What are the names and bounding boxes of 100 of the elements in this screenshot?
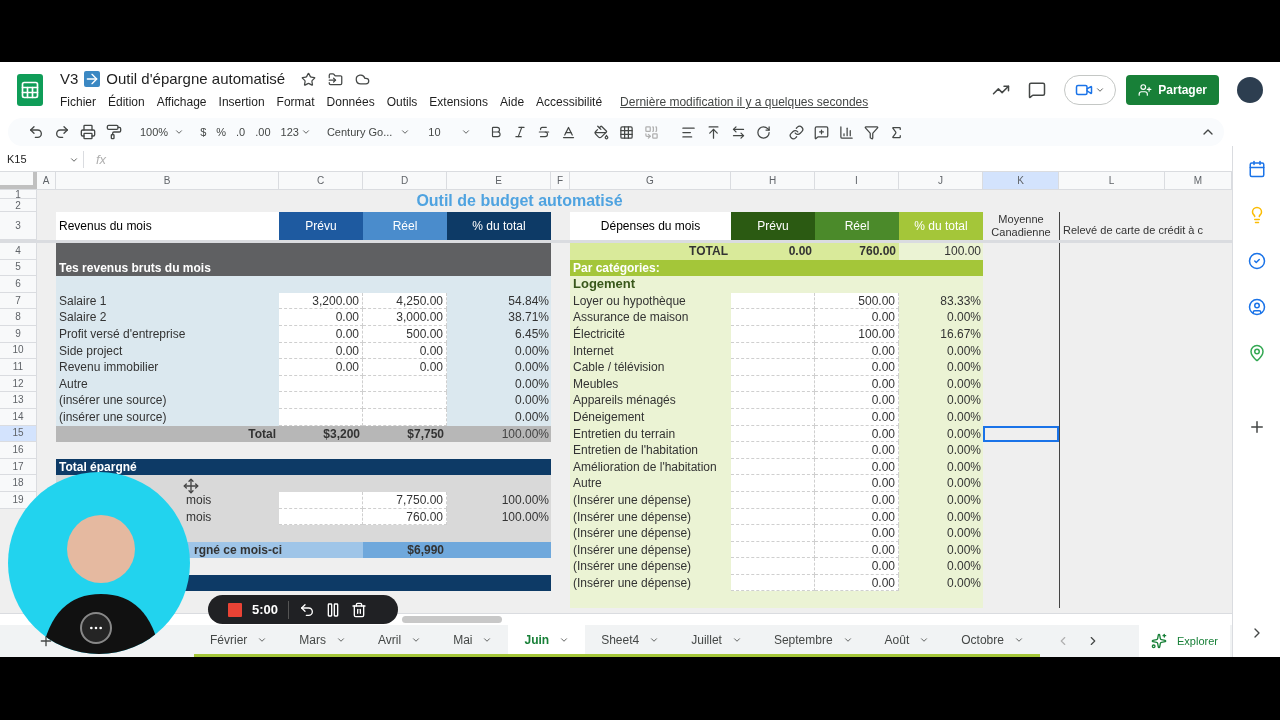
restart-icon[interactable] — [299, 601, 316, 618]
column-header[interactable]: H — [731, 172, 815, 189]
caret-icon[interactable] — [400, 127, 411, 137]
calendar-icon[interactable] — [1247, 160, 1266, 178]
share-button[interactable]: Partager — [1126, 75, 1219, 105]
zoom-select[interactable]: 100% — [140, 123, 185, 141]
document-title[interactable]: Outil d'épargne automatisé — [106, 67, 286, 91]
increase-decimals-button[interactable]: .00 — [255, 123, 271, 141]
row-header[interactable]: 4 — [0, 243, 37, 260]
caret-icon[interactable] — [174, 127, 185, 137]
row-header[interactable]: 11 — [0, 359, 37, 376]
table-cell: 0.00 — [279, 342, 363, 360]
row-header[interactable]: 13 — [0, 392, 37, 409]
cell-reference-field[interactable]: K15 — [0, 151, 84, 168]
column-header[interactable]: F — [551, 172, 570, 189]
document-title[interactable]: V3 — [60, 67, 79, 91]
column-header[interactable]: A — [37, 172, 56, 189]
paint-format-icon[interactable] — [106, 124, 122, 140]
row-header[interactable]: 1 — [0, 190, 37, 199]
font-select[interactable]: Century Go... — [326, 123, 411, 141]
italic-icon[interactable] — [512, 125, 527, 139]
stop-button[interactable] — [228, 602, 242, 617]
column-header[interactable]: I — [815, 172, 899, 189]
more-options-button[interactable] — [80, 612, 112, 644]
menu-item[interactable]: Données — [326, 93, 375, 111]
table-cell: 0.00 — [815, 342, 899, 360]
column-header[interactable]: B — [56, 172, 279, 189]
comment-icon[interactable] — [1028, 81, 1047, 99]
column-header[interactable]: K — [983, 172, 1059, 189]
column-header[interactable]: D — [363, 172, 447, 189]
menu-item[interactable]: Édition — [108, 93, 145, 111]
row-header[interactable]: 16 — [0, 442, 37, 459]
menu-item[interactable]: Aide — [500, 93, 525, 111]
move-cursor-icon[interactable] — [183, 478, 199, 494]
cloud-icon[interactable] — [355, 71, 371, 87]
table-cell: 500.00 — [363, 325, 447, 343]
table-cell: 760.00 — [363, 508, 447, 526]
table-cell: 0.00% — [899, 558, 983, 575]
sheet-tab[interactable]: Août — [868, 625, 946, 657]
column-header[interactable]: G — [570, 172, 731, 189]
delete-icon[interactable] — [351, 601, 368, 618]
avatar[interactable] — [1237, 77, 1263, 103]
menu-item[interactable]: Fichier — [60, 93, 96, 111]
decrease-decimals-button[interactable]: .0 — [236, 123, 246, 141]
column-header[interactable]: L — [1059, 172, 1165, 189]
move-folder-icon[interactable] — [328, 71, 344, 87]
menu-item[interactable]: Accessibilité — [536, 93, 603, 111]
fill-color-icon[interactable] — [593, 124, 609, 140]
table-cell: 0.00 — [363, 342, 447, 360]
caret-icon[interactable] — [460, 127, 471, 137]
last-modified-link[interactable]: Dernière modification il y a quelques secondes — [620, 93, 869, 111]
scrollbar-thumb[interactable] — [402, 616, 502, 623]
explore-button[interactable]: Explorer — [1139, 625, 1230, 657]
print-icon[interactable] — [80, 124, 96, 140]
filter-icon[interactable] — [863, 124, 879, 140]
menu-item[interactable]: Outils — [386, 93, 418, 111]
caret-icon[interactable] — [1095, 85, 1106, 95]
column-header[interactable]: C — [279, 172, 363, 189]
sheet-tab[interactable]: Juillet — [675, 625, 758, 657]
text-wrap-icon[interactable] — [730, 124, 746, 140]
undo-icon[interactable] — [28, 124, 44, 140]
spreadsheet-logo-icon[interactable] — [17, 74, 43, 106]
menu-item[interactable]: Affichage — [156, 93, 207, 111]
row-header[interactable]: 8 — [0, 309, 37, 326]
row-header[interactable]: 2 — [0, 199, 37, 212]
strikethrough-icon[interactable] — [536, 125, 551, 139]
tasks-icon[interactable] — [1247, 252, 1266, 270]
table-cell: 0.00 — [815, 442, 899, 459]
column-header[interactable]: M — [1165, 172, 1232, 189]
selected-cell[interactable] — [983, 425, 1059, 443]
borders-icon[interactable] — [618, 124, 634, 140]
merge-cells-icon[interactable] — [643, 124, 659, 140]
contacts-icon[interactable] — [1247, 298, 1266, 316]
star-icon[interactable] — [301, 71, 317, 87]
text-rotation-icon[interactable] — [755, 124, 771, 140]
row-header[interactable]: 18 — [0, 475, 37, 492]
align-icon[interactable] — [680, 124, 696, 140]
redo-icon[interactable] — [54, 124, 70, 140]
sheet-tab[interactable]: Septembre — [757, 625, 869, 657]
row-header[interactable]: 3 — [0, 212, 37, 240]
menu-item[interactable]: Format — [276, 93, 315, 111]
menu-item[interactable]: Insertion — [218, 93, 265, 111]
text-color-icon[interactable] — [560, 124, 576, 140]
currency-format-button[interactable]: $ — [200, 123, 207, 141]
column-title: Réel — [363, 212, 447, 240]
column-header[interactable]: E — [447, 172, 551, 189]
percent-format-button[interactable]: % — [216, 123, 227, 141]
caret-icon[interactable] — [300, 127, 311, 137]
number-format-select[interactable]: 123 — [280, 123, 311, 141]
link-icon[interactable] — [788, 124, 804, 140]
sheet-tab[interactable]: Sheet4 — [585, 625, 676, 657]
add-comment-icon[interactable] — [813, 124, 829, 140]
menu-item[interactable]: Extensions — [429, 93, 489, 111]
sheet-tab[interactable]: Octobre — [945, 625, 1040, 657]
chart-icon[interactable] — [838, 124, 854, 140]
row-header[interactable]: 6 — [0, 276, 37, 293]
font-size-select[interactable]: 10 — [428, 123, 471, 141]
column-title: Prévu — [279, 212, 363, 240]
map-pin-icon[interactable] — [1247, 344, 1266, 362]
sheet-tab[interactable]: Juin — [508, 625, 586, 657]
